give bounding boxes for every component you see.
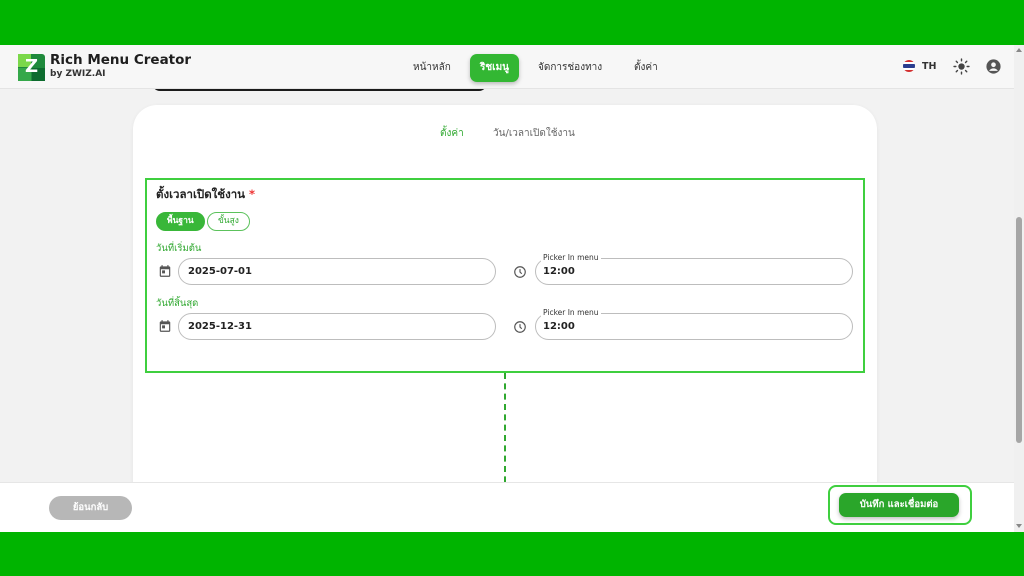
start-date-label: วันที่เริ่มต้น	[156, 243, 202, 254]
thai-flag-icon[interactable]	[903, 60, 915, 72]
end-date-input[interactable]: 2025-12-31	[178, 313, 496, 340]
user-account-icon[interactable]	[985, 58, 1002, 75]
language-label[interactable]: TH	[922, 61, 936, 72]
calendar-icon	[159, 320, 171, 332]
scroll-up-arrow-icon[interactable]	[1016, 48, 1022, 52]
nav-item-home[interactable]: หน้าหลัก	[413, 60, 451, 75]
main-nav: หน้าหลัก ริชเมนู จัดการช่องทาง ตั้งค่า	[0, 45, 1014, 89]
mode-basic-chip[interactable]: พื้นฐาน	[156, 212, 205, 231]
start-time-label: Picker In menu	[541, 253, 601, 262]
footer-bar: ย้อนกลับ บันทึก และเชื่อมต่อ	[0, 482, 1014, 532]
sun-icon[interactable]	[953, 58, 970, 75]
end-time-input[interactable]: 12:00	[535, 313, 853, 340]
nav-item-channels[interactable]: จัดการช่องทาง	[538, 60, 602, 75]
clock-icon	[514, 321, 526, 333]
nav-item-rich-menu[interactable]: ริชเมนู	[470, 54, 520, 82]
nav-item-settings[interactable]: ตั้งค่า	[634, 60, 658, 75]
scroll-down-arrow-icon[interactable]	[1016, 524, 1022, 528]
save-and-connect-button[interactable]: บันทึก และเชื่อมต่อ	[839, 493, 959, 517]
page-scrollbar[interactable]	[1014, 45, 1024, 532]
scroll-thumb[interactable]	[1016, 217, 1022, 443]
app-header: Z Rich Menu Creator by ZWIZ.AI หน้าหลัก …	[0, 45, 1014, 89]
back-button[interactable]: ย้อนกลับ	[49, 496, 132, 520]
start-date-input[interactable]: 2025-07-01	[178, 258, 496, 285]
mode-advanced-chip[interactable]: ขั้นสูง	[207, 212, 250, 231]
start-time-input[interactable]: 12:00	[535, 258, 853, 285]
schedule-panel: ตั้งเวลาเปิดใช้งาน * พื้นฐาน ขั้นสูง วัน…	[145, 178, 865, 373]
calendar-icon	[159, 265, 171, 277]
clock-icon	[514, 266, 526, 278]
tab-settings[interactable]: ตั้งค่า	[440, 126, 464, 141]
schedule-title: ตั้งเวลาเปิดใช้งาน *	[156, 187, 256, 201]
top-green-band	[0, 0, 1024, 45]
tab-schedule[interactable]: วัน/เวลาเปิดใช้งาน	[493, 126, 575, 141]
end-time-label: Picker In menu	[541, 308, 601, 317]
required-mark: *	[249, 187, 256, 201]
end-date-label: วันที่สิ้นสุด	[156, 298, 199, 309]
bottom-green-band	[0, 532, 1024, 576]
app-viewport: ตั้งค่า วัน/เวลาเปิดใช้งาน ตั้งเวลาเปิดใ…	[0, 45, 1024, 532]
